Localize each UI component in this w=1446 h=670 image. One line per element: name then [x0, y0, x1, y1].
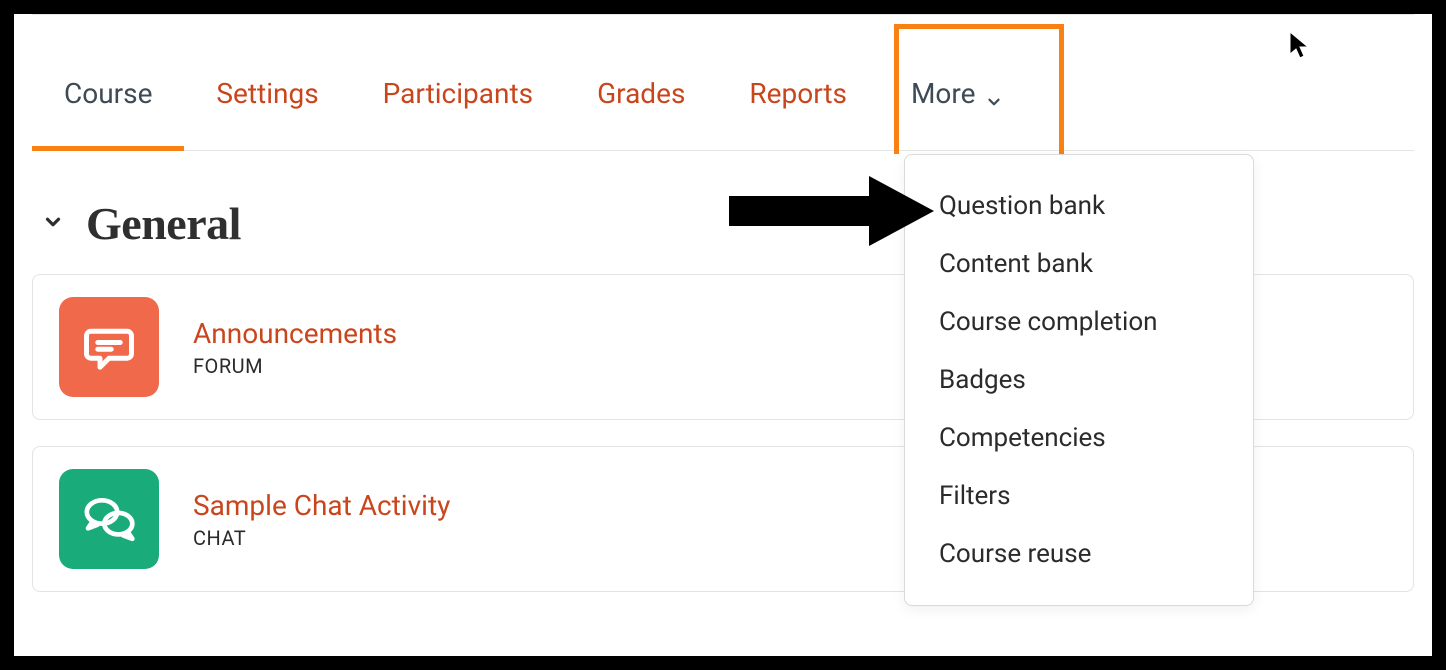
- tab-reports[interactable]: Reports: [717, 41, 879, 150]
- menu-question-bank[interactable]: Question bank: [905, 177, 1253, 235]
- menu-filters[interactable]: Filters: [905, 467, 1253, 525]
- tab-label: Course: [64, 77, 152, 110]
- course-tabs: Course Settings Participants Grades Repo…: [32, 31, 1414, 151]
- chevron-down-icon: [42, 211, 64, 237]
- tab-label: Participants: [383, 77, 533, 110]
- chat-icon: [59, 469, 159, 569]
- activity-title: Announcements: [193, 317, 397, 350]
- activity-text: Sample Chat Activity CHAT: [193, 489, 450, 550]
- course-page: Course Settings Participants Grades Repo…: [14, 14, 1432, 656]
- menu-item-label: Course reuse: [939, 539, 1091, 569]
- menu-course-reuse[interactable]: Course reuse: [905, 525, 1253, 583]
- top-divider: [32, 14, 1414, 21]
- menu-item-label: Filters: [939, 481, 1011, 511]
- forum-icon: [59, 297, 159, 397]
- tab-label: Settings: [216, 77, 318, 110]
- tab-label: Reports: [749, 77, 847, 110]
- activity-text: Announcements FORUM: [193, 317, 397, 378]
- tab-label: More: [911, 77, 976, 110]
- menu-item-label: Badges: [939, 365, 1026, 395]
- more-dropdown: Question bank Content bank Course comple…: [904, 154, 1254, 606]
- tab-course[interactable]: Course: [32, 41, 184, 150]
- tab-more[interactable]: More: [879, 41, 1036, 150]
- tab-settings[interactable]: Settings: [184, 41, 350, 150]
- tab-grades[interactable]: Grades: [565, 41, 717, 150]
- activity-type: FORUM: [193, 354, 397, 378]
- menu-item-label: Question bank: [939, 191, 1105, 221]
- menu-item-label: Course completion: [939, 307, 1158, 337]
- menu-content-bank[interactable]: Content bank: [905, 235, 1253, 293]
- menu-competencies[interactable]: Competencies: [905, 409, 1253, 467]
- menu-item-label: Content bank: [939, 249, 1093, 279]
- menu-badges[interactable]: Badges: [905, 351, 1253, 409]
- chevron-down-icon: [985, 85, 1003, 118]
- menu-item-label: Competencies: [939, 423, 1106, 453]
- tab-participants[interactable]: Participants: [351, 41, 565, 150]
- activity-title: Sample Chat Activity: [193, 489, 450, 522]
- activity-type: CHAT: [193, 526, 450, 550]
- tab-label: Grades: [597, 77, 685, 110]
- menu-course-completion[interactable]: Course completion: [905, 293, 1253, 351]
- section-title: General: [86, 197, 241, 250]
